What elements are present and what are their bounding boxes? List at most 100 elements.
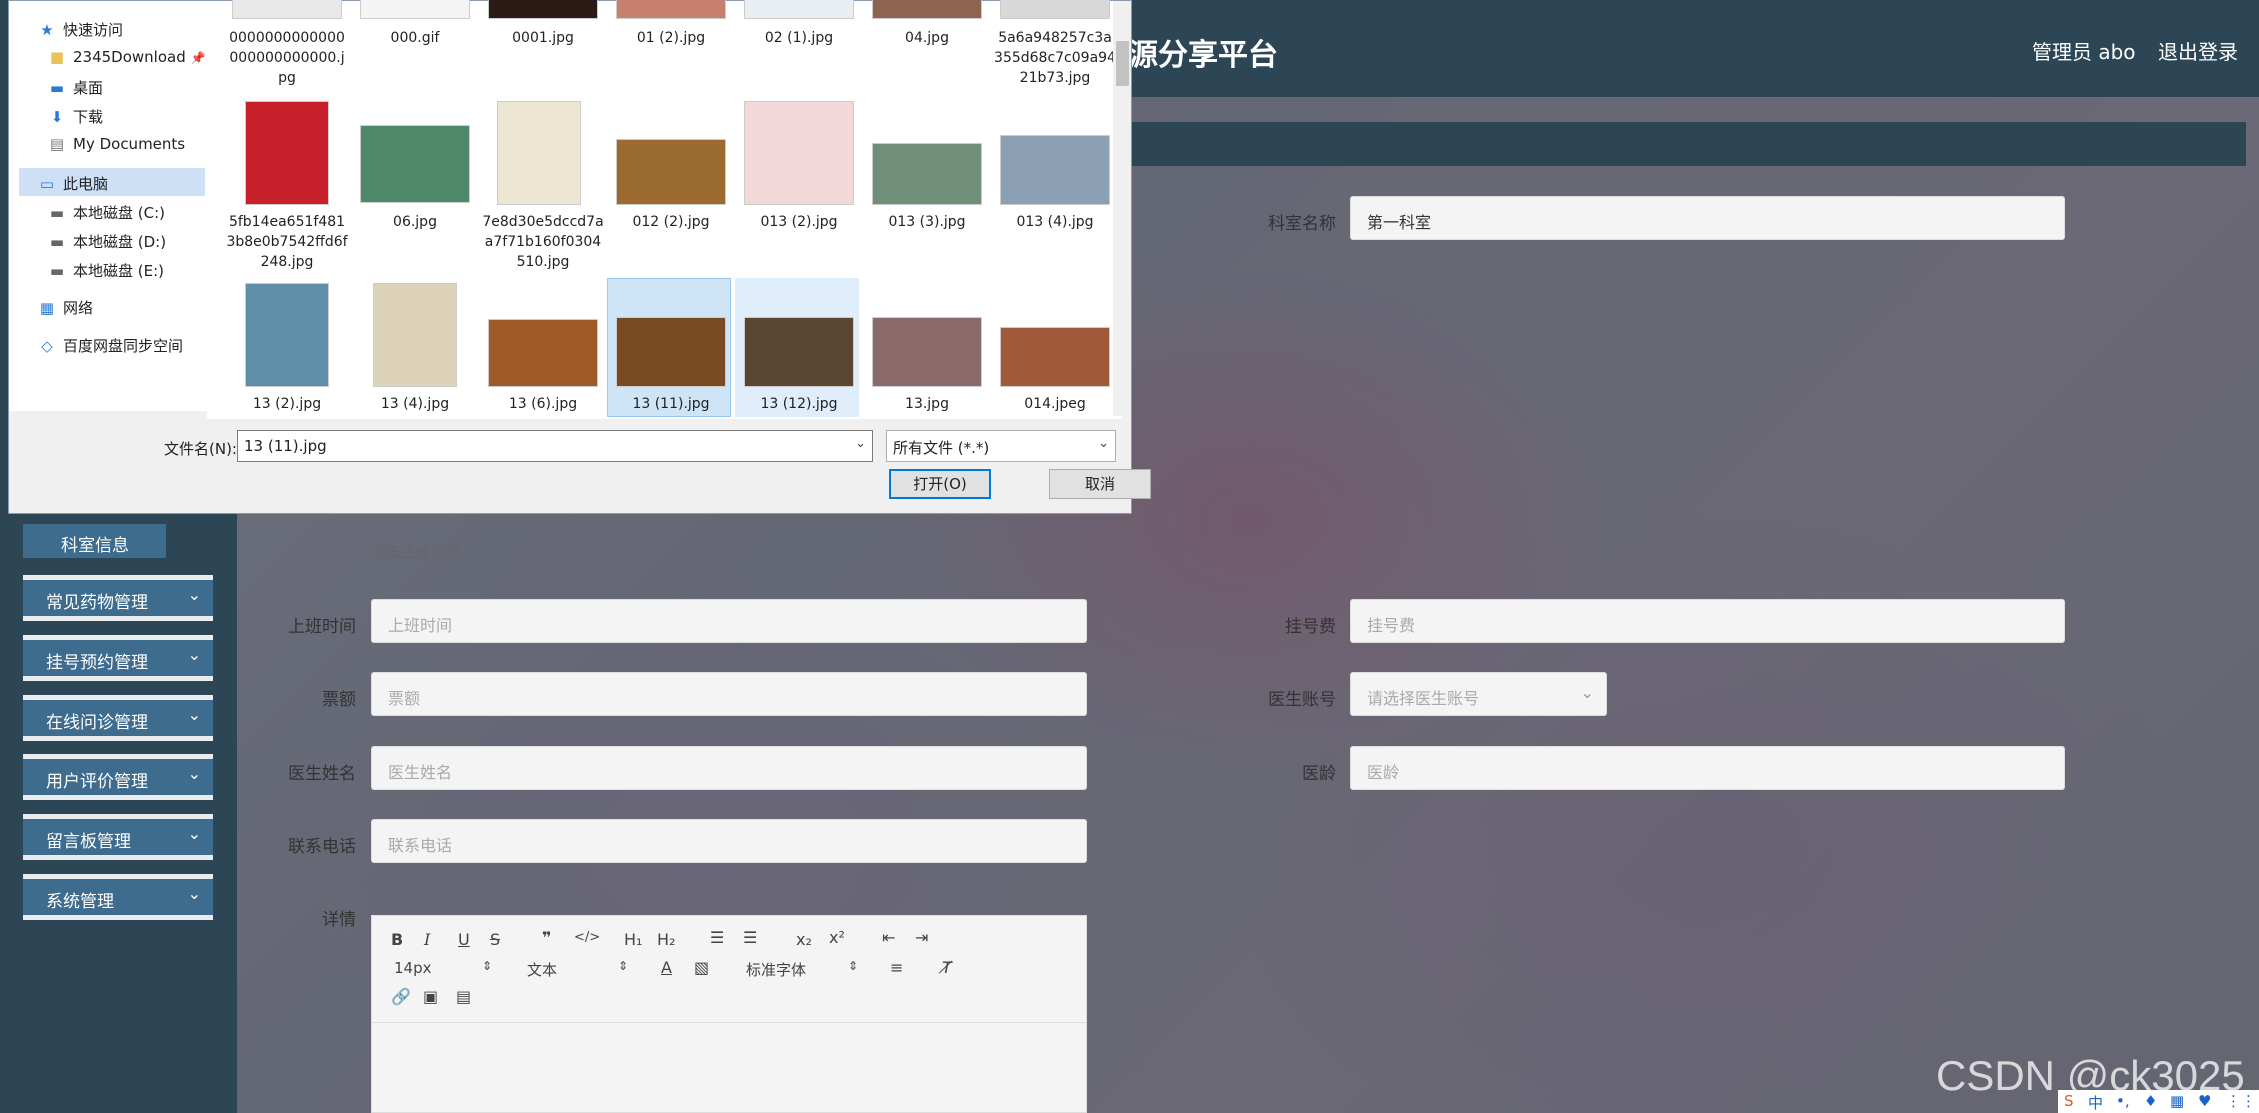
quote-icon[interactable]: ❞ [542,928,551,947]
skin-icon[interactable]: ♥ [2198,1092,2211,1110]
nav-2345download[interactable]: ■ 2345Download 📌 [49,48,206,66]
bold-icon[interactable]: B [391,930,403,949]
file-item[interactable]: 13 (4).jpg [354,394,476,414]
file-thumbnail [744,0,854,19]
sidebar-item-dept-info[interactable]: 科室信息 [23,524,166,558]
rich-text-editor[interactable]: B I U S ❞ </> H₁ H₂ ☰ ☰ x₂ x² ⇤ ⇥ 14px ⇕… [371,915,1087,1113]
nav-desktop[interactable]: ▬ 桌面 [49,77,103,98]
file-item[interactable]: 013 (4).jpg [994,212,1116,232]
account-select[interactable]: 请选择医生账号 ⌄ [1350,672,1607,716]
italic-icon[interactable]: I [424,930,430,949]
nav-drive-d[interactable]: ▬ 本地磁盘 (D:) [49,231,166,252]
heading2-icon[interactable]: H₂ [657,930,675,949]
background-color-icon[interactable]: ▧ [694,958,709,977]
nav-network[interactable]: ▦ 网络 [39,297,93,318]
sidebar-menu-appointments[interactable]: 挂号预约管理 ⌄ [23,635,213,681]
file-item[interactable]: 5fb14ea651f4813b8e0b7542ffd6f248.jpg [226,212,348,272]
font-family-select[interactable]: 标准字体 [746,959,806,980]
logout-link[interactable]: 退出登录 [2158,36,2238,65]
keyboard-icon[interactable]: ▦ [2170,1092,2184,1110]
image-icon[interactable]: ▣ [423,987,438,1006]
open-button[interactable]: 打开(O) [889,469,991,499]
filename-input[interactable]: 13 (11).jpg ⌄ [237,430,873,462]
sidebar-menu-drugs[interactable]: 常见药物管理 ⌄ [23,575,213,621]
align-icon[interactable]: ≡ [890,958,903,977]
file-item[interactable]: 13 (12).jpg [738,394,860,414]
heading1-icon[interactable]: H₁ [624,930,642,949]
chevron-updown-icon: ⇕ [482,959,493,973]
drive-icon: ▬ [49,233,65,251]
filetype-select[interactable]: 所有文件 (*.*) ⌄ [886,430,1116,462]
outdent-icon[interactable]: ⇤ [882,928,895,947]
ime-mode-label[interactable]: 中 [2088,1092,2103,1113]
site-title: 源分享平台 [1128,38,1278,73]
dept-input[interactable]: 第一科室 [1350,196,2065,240]
video-icon[interactable]: ▤ [456,987,471,1006]
file-item[interactable]: 0001.jpg [482,28,604,48]
link-icon[interactable]: 🔗 [391,987,411,1006]
file-item[interactable]: 06.jpg [354,212,476,232]
nav-downloads[interactable]: ⬇ 下载 [49,106,103,127]
nav-quick-access[interactable]: ★ 快速访问 [39,19,123,40]
chevron-down-icon: ⌄ [1580,683,1594,702]
cancel-button[interactable]: 取消 [1049,469,1151,499]
file-item[interactable]: 0000000000000000000000000.jpg [226,28,348,88]
superscript-icon[interactable]: x² [829,928,845,947]
subscript-icon[interactable]: x₂ [796,930,812,949]
file-item[interactable]: 7e8d30e5dccd7aa7f71b160f0304510.jpg [482,212,604,272]
phone-input[interactable]: 联系电话 [371,819,1087,863]
file-item[interactable]: 5a6a948257c3a355d68c7c09a9421b73.jpg [994,28,1116,88]
nav-label: 快速访问 [63,21,124,39]
bullet-list-icon[interactable]: ☰ [743,928,757,947]
fee-input[interactable]: 挂号费 [1350,599,2065,643]
upload-hint[interactable]: 点击上传封面 [371,541,461,562]
quota-input[interactable]: 票额 [371,672,1087,716]
file-item[interactable]: 013 (3).jpg [866,212,988,232]
ordered-list-icon[interactable]: ☰ [710,928,724,947]
nav-drive-c[interactable]: ▬ 本地磁盘 (C:) [49,202,165,223]
sidebar-menu-messages[interactable]: 留言板管理 ⌄ [23,814,213,860]
microphone-icon[interactable]: ♦ [2144,1092,2157,1110]
work-time-input[interactable]: 上班时间 [371,599,1087,643]
dept-label: 科室名称 [1268,214,1336,234]
nav-drive-e[interactable]: ▬ 本地磁盘 (E:) [49,260,164,281]
sidebar-menu-system[interactable]: 系统管理 ⌄ [23,874,213,920]
code-icon[interactable]: </> [574,930,600,945]
text-color-icon[interactable]: A [661,958,672,977]
strike-icon[interactable]: S [490,930,500,949]
punctuation-icon[interactable]: •, [2116,1092,2130,1110]
font-size-select[interactable]: 14px [394,959,432,977]
chevron-down-icon[interactable]: ⌄ [855,436,866,451]
block-type-select[interactable]: 文本 [527,959,557,980]
quota-label: 票额 [322,690,356,710]
file-item[interactable]: 013 (2).jpg [738,212,860,232]
scrollbar-thumb[interactable] [1116,41,1129,86]
file-item[interactable]: 13 (6).jpg [482,394,604,414]
file-item[interactable]: 13 (11).jpg [610,394,732,414]
file-thumbnail [872,143,982,205]
file-item[interactable]: 000.gif [354,28,476,48]
dialog-file-pane: 0000000000000000000000000.jpg 000.gif 00… [207,0,1122,419]
clear-format-icon[interactable]: T̸ [942,958,952,977]
age-input[interactable]: 医龄 [1350,746,2065,790]
file-item[interactable]: 014.jpeg [994,394,1116,414]
underline-icon[interactable]: U [458,930,470,949]
file-open-dialog: ★ 快速访问 ■ 2345Download 📌 ▬ 桌面 ⬇ 下载 ▤ My Docume… [8,0,1151,514]
sidebar-menu-label: 常见药物管理 [46,593,148,613]
file-item[interactable]: 01 (2).jpg [610,28,732,48]
sidebar-menu-consult[interactable]: 在线问诊管理 ⌄ [23,695,213,741]
name-input[interactable]: 医生姓名 [371,746,1087,790]
admin-label: 管理员 abo [2032,40,2136,64]
nav-baidu[interactable]: ◇ 百度网盘同步空间 [39,335,183,356]
nav-my-documents[interactable]: ▤ My Documents [49,135,185,153]
file-item[interactable]: 13 (2).jpg [226,394,348,414]
nav-this-pc[interactable]: ▭ 此电脑 [39,173,108,194]
file-item[interactable]: 012 (2).jpg [610,212,732,232]
file-item[interactable]: 02 (1).jpg [738,28,860,48]
filename-label: 文件名(N): [164,440,237,458]
sidebar-menu-reviews[interactable]: 用户评价管理 ⌄ [23,754,213,800]
file-item[interactable]: 04.jpg [866,28,988,48]
toolbox-icon[interactable]: ⋮⋮ [2226,1092,2256,1110]
file-item[interactable]: 13.jpg [866,394,988,414]
indent-icon[interactable]: ⇥ [915,928,928,947]
